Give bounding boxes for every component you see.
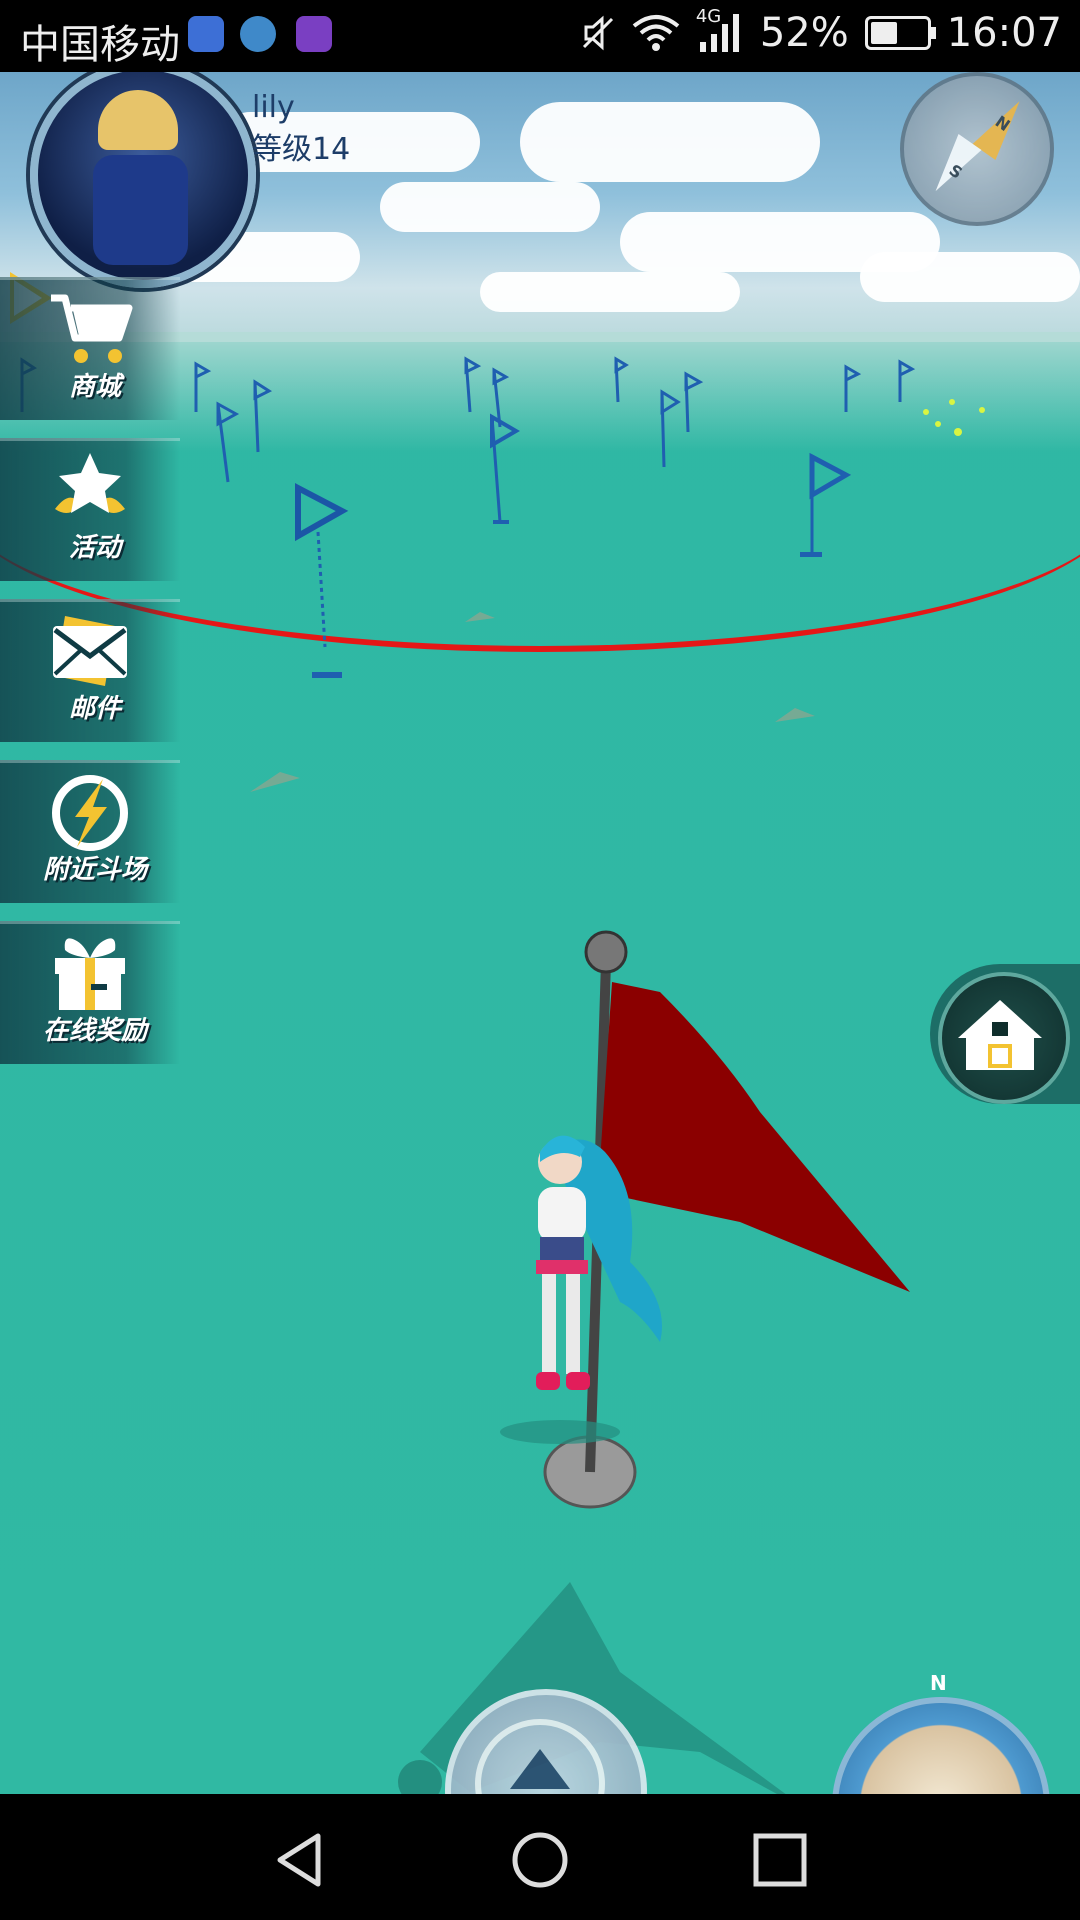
cart-icon (51, 294, 133, 363)
menu-item-label: 商城 (68, 372, 121, 402)
menu-item-nearby-arena[interactable]: 附近斗场 (0, 760, 180, 903)
status-bar: 中国移动 4G 52% 16:07 (0, 0, 1080, 72)
menu-item-shop[interactable]: 商城 (0, 277, 180, 420)
player-level: 等级14 (252, 132, 351, 167)
heart-app-icon (240, 16, 276, 52)
menu-item-online-reward[interactable]: 在线奖励 (0, 921, 180, 1064)
navigation-bar (0, 1794, 1080, 1920)
player-name: lily (252, 90, 295, 125)
flag-pole-ball (584, 930, 628, 974)
gallery-app-icon (296, 16, 332, 52)
player-character[interactable] (480, 1132, 680, 1452)
menu-item-label: 在线奖励 (42, 1016, 147, 1046)
wifi-icon (632, 15, 680, 51)
back-icon[interactable] (270, 1830, 330, 1890)
home-button[interactable] (930, 964, 1080, 1104)
capture-button[interactable] (445, 1689, 647, 1794)
side-menu: 商城 活动 邮件 附近斗场 在线奖励 (0, 277, 180, 1082)
recents-icon[interactable] (750, 1830, 810, 1890)
battery-icon (864, 16, 936, 50)
player-avatar[interactable] (30, 72, 256, 288)
game-screen: 中国移动 4G 52% 16:07 lily 等级14 N S 商城 活动 邮件… (0, 0, 1080, 1920)
up-arrow-icon (475, 1719, 605, 1794)
clock-time: 16:07 (946, 10, 1062, 56)
star-icon (55, 453, 125, 513)
minimap-n-label: N (930, 1671, 947, 1695)
menu-item-label: 邮件 (68, 694, 121, 724)
signal-icon: 4G (696, 6, 744, 54)
lightning-icon (52, 775, 128, 851)
carrier-name: 中国移动 (20, 22, 180, 68)
game-viewport[interactable]: lily 等级14 N S 商城 活动 邮件 附近斗场 在线奖励 N (0, 72, 1080, 1794)
menu-item-mail[interactable]: 邮件 (0, 599, 180, 742)
battery-percent: 52% (759, 10, 849, 56)
menu-item-label: 活动 (68, 533, 121, 563)
compass-button[interactable]: N S (900, 72, 1054, 226)
gift-icon (55, 938, 125, 1010)
location-app-icon (188, 16, 224, 52)
mail-icon (53, 616, 127, 686)
menu-item-label: 附近斗场 (42, 855, 147, 885)
house-icon (958, 1000, 1042, 1070)
home-circle-icon[interactable] (510, 1830, 570, 1890)
mute-icon (582, 15, 613, 51)
menu-item-events[interactable]: 活动 (0, 438, 180, 581)
